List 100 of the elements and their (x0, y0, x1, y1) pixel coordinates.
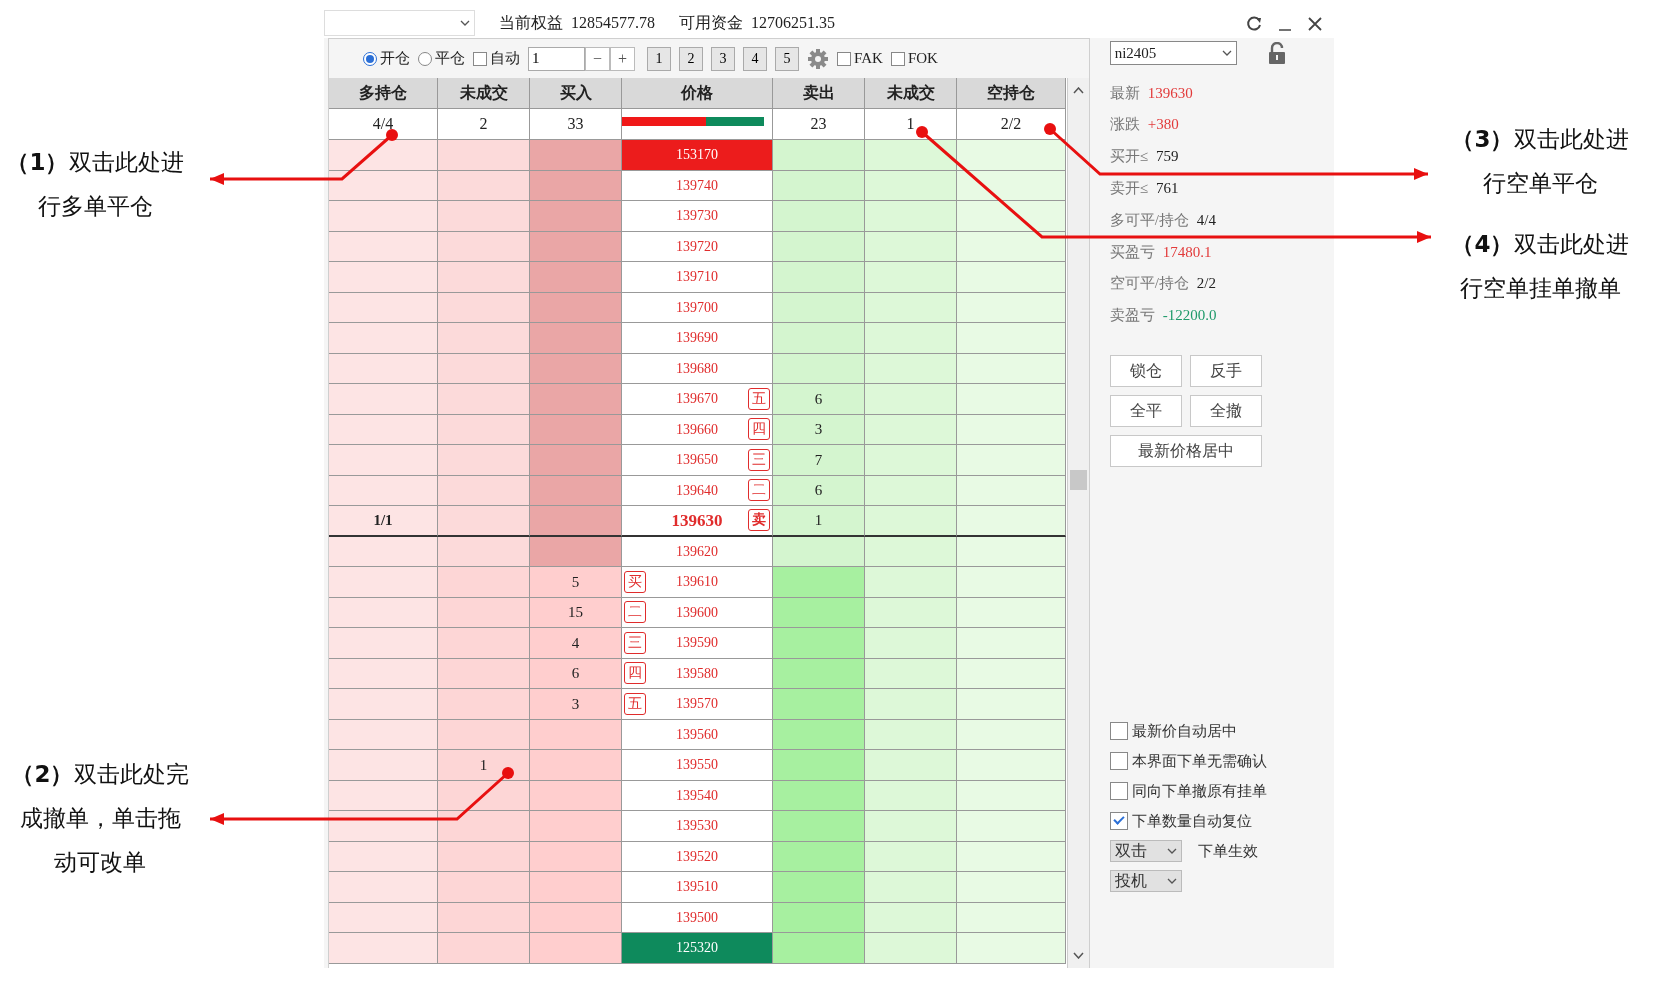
price-label[interactable]: 139630 (671, 507, 723, 533)
table-cell[interactable] (957, 658, 1066, 689)
table-cell[interactable] (530, 506, 622, 537)
price-label[interactable]: 139690 (676, 327, 718, 349)
table-cell[interactable] (865, 719, 957, 750)
table-cell[interactable]: 1 (773, 506, 865, 537)
table-cell[interactable] (329, 780, 438, 811)
table-cell[interactable] (773, 841, 865, 872)
column-header[interactable]: 多持仓 (329, 78, 438, 109)
table-cell[interactable] (865, 384, 957, 415)
column-header[interactable]: 卖出 (773, 78, 865, 109)
table-cell[interactable] (530, 201, 622, 232)
increase-button[interactable]: + (610, 46, 635, 71)
action-button[interactable]: 锁仓 (1109, 355, 1182, 388)
table-cell[interactable] (438, 872, 530, 903)
table-cell[interactable] (957, 414, 1066, 445)
table-cell[interactable] (329, 902, 438, 933)
table-cell[interactable] (438, 414, 530, 445)
table-cell[interactable] (773, 750, 865, 781)
price-label[interactable]: 139720 (676, 235, 718, 257)
price-label[interactable]: 139530 (676, 815, 718, 837)
table-cell[interactable] (773, 811, 865, 842)
table-cell[interactable] (865, 353, 957, 384)
table-cell[interactable] (530, 719, 622, 750)
price-label[interactable]: 139710 (676, 266, 718, 288)
table-cell[interactable] (957, 567, 1066, 598)
table-cell[interactable] (438, 689, 530, 720)
table-cell[interactable] (329, 933, 438, 964)
table-cell[interactable] (865, 780, 957, 811)
table-cell[interactable] (438, 384, 530, 415)
table-cell[interactable] (530, 902, 622, 933)
table-cell[interactable] (957, 780, 1066, 811)
table-cell[interactable] (773, 689, 865, 720)
table-cell[interactable] (438, 719, 530, 750)
table-cell[interactable]: 7 (773, 445, 865, 476)
checkbox[interactable] (1109, 752, 1128, 770)
table-cell[interactable] (773, 658, 865, 689)
table-cell[interactable] (329, 353, 438, 384)
table-cell[interactable] (957, 201, 1066, 232)
checkbox[interactable] (1109, 812, 1128, 830)
price-label[interactable]: 125320 (676, 937, 718, 959)
action-button[interactable]: 全撤 (1189, 395, 1262, 428)
radio-button[interactable] (418, 51, 432, 66)
table-cell[interactable] (865, 140, 957, 171)
decrease-button[interactable]: − (585, 46, 610, 71)
table-cell[interactable]: 1/1 (329, 506, 438, 537)
table-cell[interactable] (957, 140, 1066, 171)
table-cell[interactable] (865, 811, 957, 842)
table-cell[interactable] (530, 414, 622, 445)
price-label[interactable]: 139650 (676, 449, 718, 471)
table-cell[interactable] (865, 567, 957, 598)
price-label[interactable]: 139740 (676, 174, 718, 196)
table-cell[interactable] (530, 475, 622, 506)
price-label[interactable]: 139580 (676, 662, 718, 684)
table-cell[interactable] (530, 170, 622, 201)
table-cell[interactable] (329, 872, 438, 903)
table-cell[interactable]: 4 (530, 628, 622, 659)
table-cell[interactable] (530, 384, 622, 415)
table-cell[interactable] (865, 689, 957, 720)
table-cell[interactable]: 3 (773, 414, 865, 445)
table-cell[interactable] (530, 323, 622, 354)
table-cell[interactable] (773, 231, 865, 262)
price-label[interactable]: 139540 (676, 784, 718, 806)
table-cell[interactable] (773, 262, 865, 293)
table-cell[interactable] (865, 231, 957, 262)
table-cell[interactable] (865, 536, 957, 567)
table-cell[interactable] (957, 689, 1066, 720)
table-cell[interactable] (329, 597, 438, 628)
table-cell[interactable] (329, 719, 438, 750)
table-cell[interactable] (438, 292, 530, 323)
table-cell[interactable] (438, 201, 530, 232)
table-cell[interactable] (773, 780, 865, 811)
scrollbar[interactable] (1066, 78, 1089, 968)
table-cell[interactable] (773, 201, 865, 232)
table-cell[interactable] (530, 872, 622, 903)
table-cell[interactable] (329, 445, 438, 476)
table-cell[interactable] (773, 567, 865, 598)
table-cell[interactable] (438, 628, 530, 659)
table-cell[interactable] (530, 811, 622, 842)
table-cell[interactable] (865, 201, 957, 232)
table-cell[interactable] (957, 933, 1066, 964)
table-cell[interactable] (530, 750, 622, 781)
table-cell[interactable] (438, 811, 530, 842)
table-cell[interactable]: 3 (530, 689, 622, 720)
table-cell[interactable]: 5 (530, 567, 622, 598)
table-cell[interactable] (329, 811, 438, 842)
table-cell[interactable] (329, 414, 438, 445)
table-cell[interactable] (329, 140, 438, 171)
table-cell[interactable] (329, 201, 438, 232)
price-label[interactable]: 139620 (676, 540, 718, 562)
price-label[interactable]: 139550 (676, 754, 718, 776)
checkbox[interactable] (837, 51, 851, 66)
table-cell[interactable] (530, 262, 622, 293)
table-cell[interactable] (773, 536, 865, 567)
price-label[interactable]: 153170 (676, 144, 718, 166)
dropdown[interactable]: 双击 (1109, 840, 1182, 862)
table-cell[interactable] (438, 597, 530, 628)
price-label[interactable]: 139500 (676, 906, 718, 928)
price-label[interactable]: 139510 (676, 876, 718, 898)
table-cell[interactable]: 6 (530, 658, 622, 689)
